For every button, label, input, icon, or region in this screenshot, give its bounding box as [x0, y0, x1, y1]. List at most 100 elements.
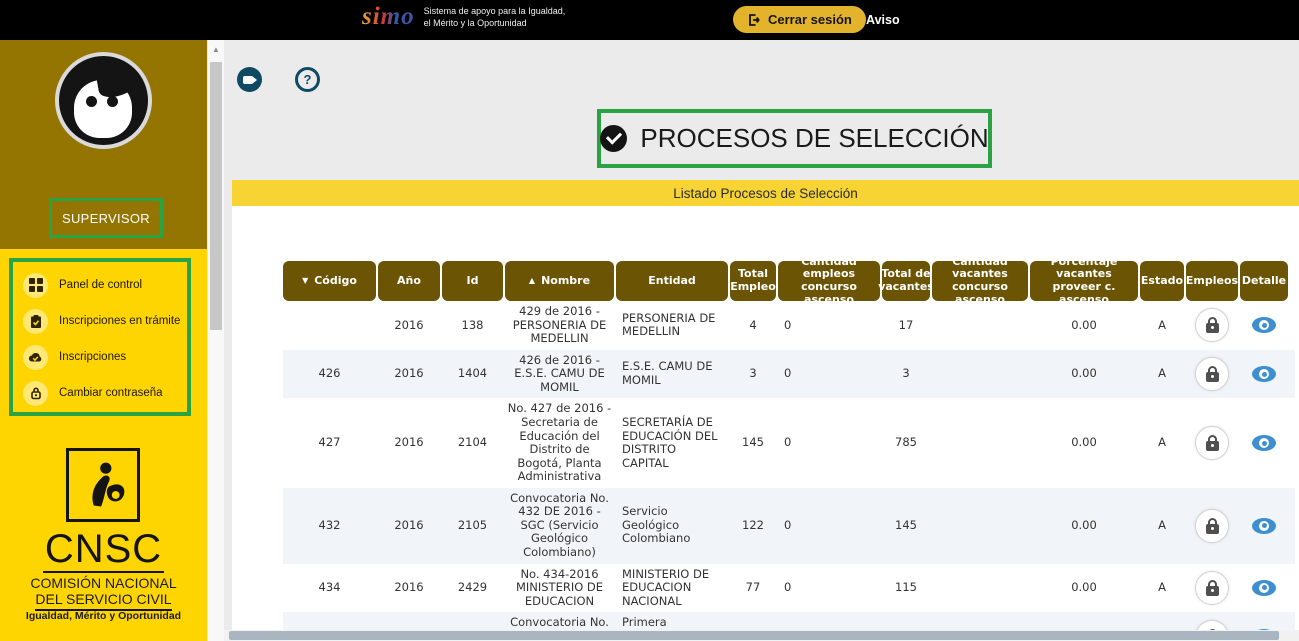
column-header-nombre[interactable]: ▲Nombre [505, 261, 614, 301]
employees-lock-button[interactable] [1195, 357, 1229, 391]
cell-detalle [1240, 317, 1288, 333]
detail-eye-icon[interactable] [1252, 317, 1276, 333]
cell-id: 2429 [442, 581, 503, 595]
cell-total_empleo: 77 [730, 581, 776, 595]
column-header-detalle[interactable]: Detalle [1240, 261, 1288, 301]
cell-empleos [1186, 426, 1238, 460]
simo-brand: simo Sistema de apoyo para la Igualdad, … [362, 3, 565, 31]
app-window: simo Sistema de apoyo para la Igualdad, … [0, 0, 1299, 641]
cnsc-name-line2: DEL SERVICIO CIVIL [35, 592, 171, 612]
cell-codigo: 426 [283, 367, 376, 381]
column-header-entidad[interactable]: Entidad [616, 261, 728, 301]
detail-eye-icon[interactable] [1252, 366, 1276, 382]
column-header-total_empleo[interactable]: Total Empleo [730, 261, 776, 301]
cell-cantidad_empleos: 0 [778, 581, 880, 595]
column-header-total_vacantes[interactable]: Total de vacantes [882, 261, 930, 301]
cell-porcentaje: 0.00 [1030, 519, 1138, 533]
avatar-eye-right [107, 96, 118, 107]
table-row: 42720162104No. 427 de 2016 - Secretaria … [283, 398, 1295, 487]
lock-icon [23, 381, 48, 406]
horizontal-scrollbar-thumb[interactable] [229, 631, 1279, 640]
horizontal-scrollbar[interactable] [224, 630, 1299, 641]
clipboard-check-icon [23, 309, 48, 334]
cell-porcentaje: 0.00 [1030, 319, 1138, 333]
column-header-codigo[interactable]: ▼Código [283, 261, 376, 301]
cell-nombre: Convocatoria No. 426 de 2016 - Primera [505, 616, 614, 630]
main-content: ? PROCESOS DE SELECCIÓN Listado Procesos… [224, 40, 1299, 641]
annotation-box-menu: Panel de control Inscripciones en trámit… [9, 258, 191, 416]
sidebar-item-inscripciones[interactable]: Inscripciones [23, 339, 187, 375]
sidebar-item-panel-de-control[interactable]: Panel de control [23, 267, 187, 303]
cell-total_empleo: 4 [730, 319, 776, 333]
cell-ano: 2016 [378, 319, 440, 333]
employees-lock-button[interactable] [1195, 571, 1229, 605]
column-header-empleos[interactable]: Empleos [1186, 261, 1238, 301]
detail-eye-icon[interactable] [1252, 435, 1276, 451]
cell-porcentaje: 0.00 [1030, 367, 1138, 381]
sort-desc-icon[interactable]: ▼ [302, 276, 308, 285]
sidebar-item-cambiar-contrasena[interactable]: Cambiar contraseña [23, 375, 187, 411]
panel-title: Listado Procesos de Selección [673, 186, 858, 201]
cell-total_empleo: 122 [730, 519, 776, 533]
cell-nombre: 429 de 2016 - PERSONERIA DE MEDELLIN [505, 305, 614, 346]
cell-id: 1404 [442, 367, 503, 381]
sidebar-item-inscripciones-en-tramite[interactable]: Inscripciones en trámite [23, 303, 187, 339]
eye-pupil [1262, 372, 1267, 377]
help-glyph: ? [304, 72, 312, 87]
sidebar-item-label: Inscripciones en trámite [59, 315, 180, 327]
cell-ano: 2016 [378, 436, 440, 450]
role-label: SUPERVISOR [62, 211, 150, 226]
video-camera-icon[interactable] [237, 67, 262, 92]
column-header-porcentaje[interactable]: Porcentaje vacantes proveer c. ascenso [1030, 261, 1138, 301]
cnsc-figure-icon [75, 457, 131, 513]
vertical-scrollbar-thumb[interactable] [210, 62, 222, 330]
cloud-check-icon [23, 345, 48, 370]
column-header-id[interactable]: Id [442, 261, 503, 301]
cell-empleos [1186, 509, 1238, 543]
table-header-row: ▼CódigoAñoId▲NombreEntidadTotal EmpleoCa… [283, 261, 1295, 301]
vertical-scrollbar[interactable]: ▲ [207, 40, 224, 641]
dashboard-icon [23, 273, 48, 298]
aviso-link[interactable]: Aviso [866, 13, 900, 27]
column-label: Entidad [648, 275, 696, 288]
scroll-up-arrow-icon[interactable]: ▲ [208, 42, 224, 57]
column-header-cantidad_empleos[interactable]: Cantidad empleos concurso ascenso [778, 261, 880, 301]
cell-ano: 2016 [378, 581, 440, 595]
cell-nombre: No. 427 de 2016 - Secretaria de Educació… [505, 402, 614, 483]
employees-lock-button[interactable] [1195, 308, 1229, 342]
simo-tagline-line2: el Mérito y la Oportunidad [424, 18, 527, 28]
column-header-ano[interactable]: Año [378, 261, 440, 301]
cell-codigo: 434 [283, 581, 376, 595]
cell-estado: A [1140, 319, 1184, 333]
cell-total_empleo: 145 [730, 436, 776, 450]
column-header-estado[interactable]: Estado [1140, 261, 1184, 301]
cell-nombre: No. 434-2016 MINISTERIO DE EDUCACION [505, 568, 614, 609]
column-header-cantidad_vacantes[interactable]: Cantidad vacantes concurso ascenso [932, 261, 1028, 301]
cell-cantidad_empleos: 0 [778, 367, 880, 381]
cell-estado: A [1140, 367, 1184, 381]
cell-empleos [1186, 571, 1238, 605]
simo-tagline-line1: Sistema de apoyo para la Igualdad, [424, 6, 566, 16]
column-label: Detalle [1242, 275, 1286, 288]
employees-lock-button[interactable] [1195, 620, 1229, 630]
employees-lock-button[interactable] [1195, 509, 1229, 543]
cell-total_vacantes: 785 [882, 436, 930, 450]
detail-eye-icon[interactable] [1252, 580, 1276, 596]
cell-total_vacantes: 115 [882, 581, 930, 595]
employees-lock-button[interactable] [1195, 426, 1229, 460]
column-label: Porcentaje vacantes proveer c. ascenso [1032, 256, 1136, 307]
table-body: 2016138429 de 2016 - PERSONERIA DE MEDEL… [283, 301, 1295, 630]
detail-eye-icon[interactable] [1252, 518, 1276, 534]
logout-button[interactable]: Cerrar sesión [733, 6, 866, 33]
column-label: Cantidad empleos concurso ascenso [780, 256, 878, 307]
cell-total_vacantes: 3 [882, 367, 930, 381]
cnsc-name: COMISIÓN NACIONAL DEL SERVICIO CIVIL [0, 576, 207, 611]
cell-total_empleo: 3 [730, 367, 776, 381]
cnsc-wordmark: CNSC [0, 528, 207, 573]
video-camera-lens [252, 76, 257, 84]
cell-nombre: 426 de 2016 - E.S.E. CAMU DE MOMIL [505, 354, 614, 395]
help-icon[interactable]: ? [295, 67, 320, 92]
eye-white [1259, 583, 1269, 593]
sort-asc-icon[interactable]: ▲ [529, 276, 535, 285]
cell-detalle [1240, 518, 1288, 534]
